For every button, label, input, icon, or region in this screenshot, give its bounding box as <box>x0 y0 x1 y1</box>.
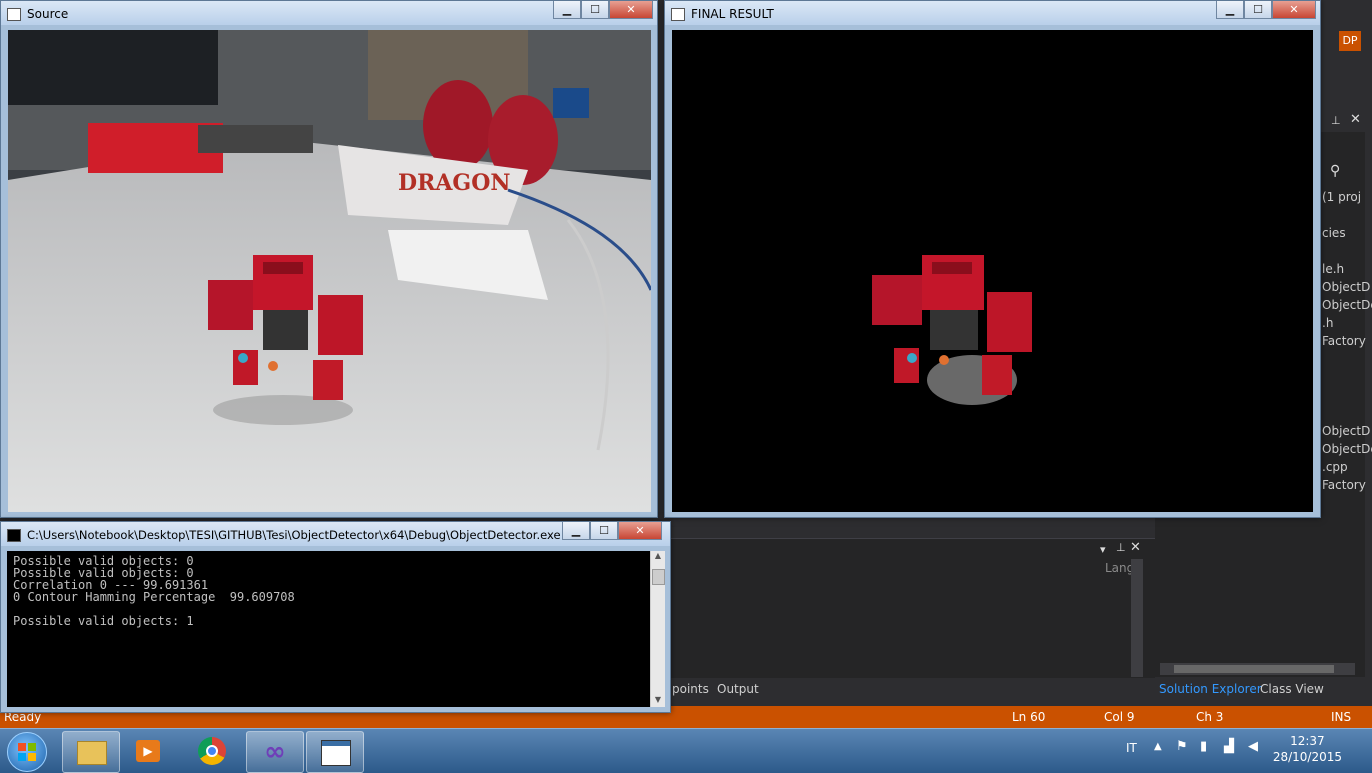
tab-solution-explorer[interactable]: Solution Explorer <box>1159 678 1262 700</box>
scrollbar-thumb[interactable] <box>652 569 665 585</box>
console-window: C:\Users\Notebook\Desktop\TESI\GITHUB\Te… <box>0 521 671 713</box>
result-scene <box>672 30 1313 512</box>
close-icon[interactable]: ✕ <box>1350 112 1361 127</box>
show-hidden-icons-icon[interactable]: ▲ <box>1154 741 1162 752</box>
minimize-button[interactable]: ▁ <box>553 1 581 19</box>
solution-item[interactable]: (1 proj <box>1322 190 1361 204</box>
taskbar-visual-studio[interactable]: ∞ <box>246 731 304 773</box>
windows-logo-blue <box>18 753 26 761</box>
console-scrollbar[interactable]: ▲ ▼ <box>650 551 665 707</box>
window-title: FINAL RESULT <box>691 7 774 21</box>
user-badge[interactable]: DP <box>1339 31 1361 51</box>
language-indicator[interactable]: IT <box>1126 741 1137 755</box>
console-line: Possible valid objects: 1 <box>13 614 194 628</box>
camera-scene: DRAGON <box>8 30 651 512</box>
solution-item[interactable]: ObjectD <box>1322 424 1370 438</box>
chrome-center <box>206 745 218 757</box>
console-line: 0 Contour Hamming Percentage 99.609708 <box>13 590 295 604</box>
window-icon <box>7 8 21 21</box>
vertical-scrollbar[interactable] <box>1131 559 1143 677</box>
folder-icon <box>77 741 107 765</box>
console-title-bar[interactable]: C:\Users\Notebook\Desktop\TESI\GITHUB\Te… <box>1 522 670 546</box>
solution-item[interactable]: ObjectDe <box>1322 298 1372 312</box>
power-icon[interactable]: ▮ <box>1200 739 1207 754</box>
final-result-window: FINAL RESULT ▁ ☐ ✕ <box>664 0 1321 518</box>
minimize-button[interactable]: ▁ <box>562 522 590 540</box>
taskbar-chrome[interactable] <box>184 731 240 771</box>
maximize-button[interactable]: ☐ <box>590 522 618 540</box>
network-icon[interactable]: ▟ <box>1224 739 1234 754</box>
pin-icon[interactable]: ⊥ <box>1331 114 1341 127</box>
solution-item[interactable]: ObjectD <box>1322 280 1370 294</box>
solution-tabs: Solution Explorer Class View <box>1155 678 1372 700</box>
taskbar-media-player[interactable]: ▶ <box>120 731 176 771</box>
close-button[interactable]: ✕ <box>609 1 653 19</box>
window-title: Source <box>27 7 69 21</box>
status-line: Ln 60 <box>1012 710 1046 724</box>
console-icon <box>7 529 21 542</box>
clock[interactable]: 12:37 28/10/2015 <box>1273 733 1342 765</box>
chrome-icon <box>198 737 226 765</box>
solution-item[interactable]: le.h <box>1322 262 1344 276</box>
maximize-button[interactable]: ☐ <box>581 1 609 19</box>
windows-logo-green <box>28 743 36 751</box>
clock-time: 12:37 <box>1290 734 1325 748</box>
window-title: C:\Users\Notebook\Desktop\TESI\GITHUB\Te… <box>27 528 561 542</box>
camera-feed: DRAGON <box>8 30 651 512</box>
volume-icon[interactable]: ◀ <box>1248 739 1258 754</box>
console-app-icon <box>321 740 351 766</box>
solution-item[interactable]: ObjectDe <box>1322 442 1372 456</box>
maximize-button[interactable]: ☐ <box>1244 1 1272 19</box>
pin-icon[interactable]: ⊥ <box>1116 541 1126 554</box>
taskbar-console-app[interactable] <box>306 731 364 773</box>
search-icon[interactable]: ⚲ <box>1330 163 1340 179</box>
console-app-icon-bar <box>322 741 350 746</box>
action-center-icon[interactable]: ⚑ <box>1176 739 1188 754</box>
output-panel: ▾ ⊥ ✕ Lang <box>668 538 1155 679</box>
scrollbar-thumb[interactable] <box>1174 665 1334 673</box>
close-button[interactable]: ✕ <box>1272 1 1316 19</box>
column-header-lang: Lang <box>1105 561 1135 575</box>
solution-item[interactable]: .cpp <box>1322 460 1348 474</box>
status-column: Col 9 <box>1104 710 1135 724</box>
tab-class-view[interactable]: Class View <box>1260 678 1324 700</box>
scroll-down-icon[interactable]: ▼ <box>651 695 665 707</box>
result-feed <box>672 30 1313 512</box>
start-orb-icon[interactable] <box>7 732 47 772</box>
final-result-title-bar[interactable]: FINAL RESULT ▁ ☐ ✕ <box>665 1 1320 25</box>
clock-date: 28/10/2015 <box>1272 750 1342 764</box>
windows-logo-red <box>18 743 26 751</box>
scroll-up-icon[interactable]: ▲ <box>651 551 665 563</box>
console-lines: Possible valid objects: 0 Possible valid … <box>13 555 295 627</box>
status-char: Ch 3 <box>1196 710 1224 724</box>
solution-item[interactable]: cies <box>1322 226 1346 240</box>
bottom-tabs: points Output <box>668 678 1158 700</box>
console-output[interactable]: Possible valid objects: 0 Possible valid … <box>7 551 650 707</box>
dropdown-icon[interactable]: ▾ <box>1100 543 1106 556</box>
windows-logo-yellow <box>28 753 36 761</box>
tab-breakpoints[interactable]: points <box>672 678 709 700</box>
box-logo: DRAGON <box>398 170 511 196</box>
source-window: Source ▁ ☐ ✕ DRAGON <box>0 0 658 518</box>
source-title-bar[interactable]: Source ▁ ☐ ✕ <box>1 1 657 25</box>
status-insert-mode: INS <box>1331 710 1352 724</box>
window-icon <box>671 8 685 21</box>
horizontal-scrollbar[interactable] <box>1160 663 1355 675</box>
solution-item[interactable]: Factory <box>1322 334 1366 348</box>
solution-item[interactable]: Factory <box>1322 478 1366 492</box>
close-icon[interactable]: ✕ <box>1130 540 1141 555</box>
solution-item[interactable]: .h <box>1322 316 1333 330</box>
minimize-button[interactable]: ▁ <box>1216 1 1244 19</box>
tab-output[interactable]: Output <box>717 678 759 700</box>
taskbar-file-explorer[interactable] <box>62 731 120 773</box>
visual-studio-icon: ∞ <box>264 737 286 767</box>
taskbar: ▶ ∞ IT ▲ ⚑ ▮ ▟ ◀ <box>0 728 1372 773</box>
close-button[interactable]: ✕ <box>618 522 662 540</box>
media-player-icon: ▶ <box>136 740 160 762</box>
